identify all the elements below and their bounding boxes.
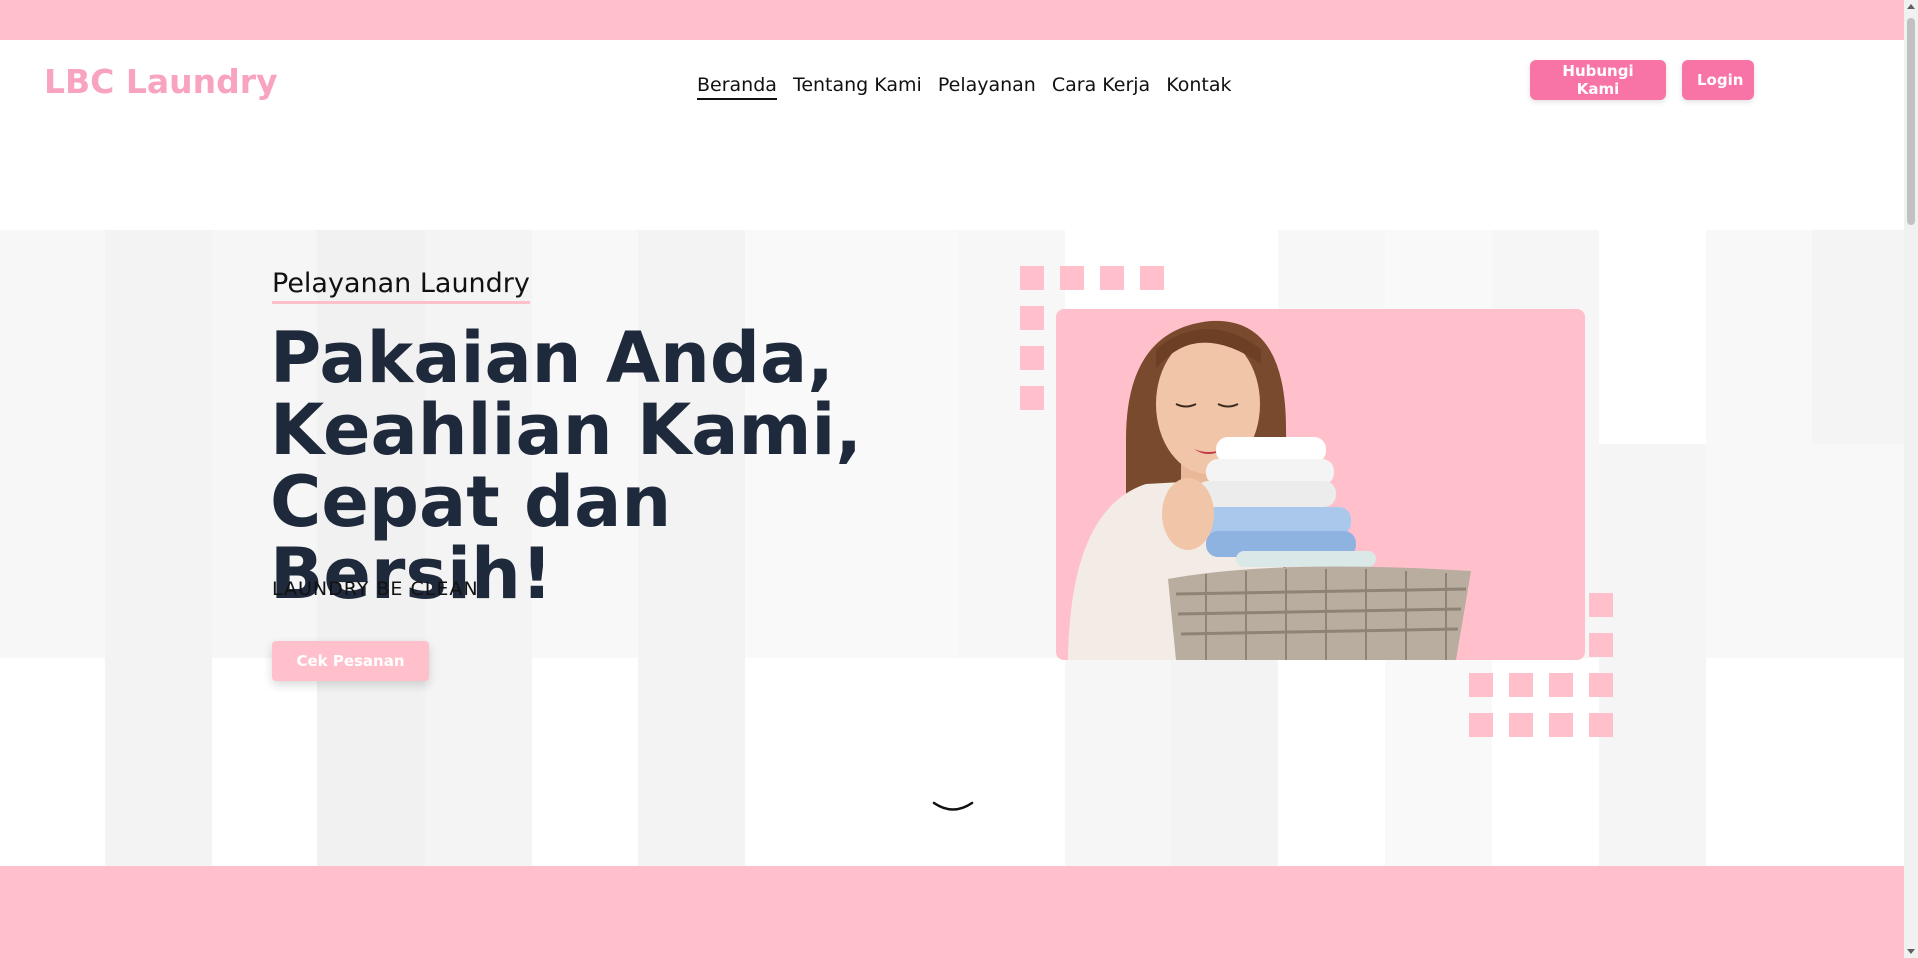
hero-tagline: LAUNDRY BE CLEAN	[272, 578, 479, 600]
hero-eyebrow: Pelayanan Laundry	[272, 268, 530, 304]
page-scrollbar[interactable]	[1904, 0, 1918, 958]
headline-line-2: Keahlian Kami,	[270, 389, 862, 471]
nav-link-pelayanan[interactable]: Pelayanan	[938, 74, 1036, 100]
top-accent-band	[0, 0, 1904, 40]
navbar: LBC Laundry Beranda Tentang Kami Pelayan…	[0, 40, 1904, 130]
bottom-accent-band	[0, 866, 1904, 958]
nav-link-beranda[interactable]: Beranda	[697, 74, 777, 100]
login-button[interactable]: Login	[1682, 60, 1754, 100]
main-nav: Beranda Tentang Kami Pelayanan Cara Kerj…	[697, 74, 1231, 100]
headline-line-1: Pakaian Anda,	[270, 317, 834, 399]
chevron-down-icon[interactable]	[932, 800, 974, 820]
site-logo[interactable]: LBC Laundry	[44, 62, 278, 101]
contact-button[interactable]: Hubungi Kami	[1530, 60, 1666, 100]
hero-section: Pelayanan Laundry Pakaian Anda, Keahlian…	[0, 230, 1904, 866]
scroll-down-icon[interactable]	[1907, 949, 1915, 954]
hero-headline: Pakaian Anda, Keahlian Kami, Cepat dan B…	[270, 322, 910, 610]
woman-holding-laundry-basket-photo	[1068, 320, 1471, 660]
nav-link-cara-kerja[interactable]: Cara Kerja	[1052, 74, 1150, 100]
check-order-button[interactable]: Cek Pesanan	[272, 641, 429, 681]
scroll-up-icon[interactable]	[1907, 4, 1915, 9]
nav-link-tentang-kami[interactable]: Tentang Kami	[793, 74, 922, 100]
hero-photo	[1056, 309, 1585, 660]
scrollbar-thumb[interactable]	[1907, 18, 1915, 225]
nav-link-kontak[interactable]: Kontak	[1166, 74, 1231, 100]
